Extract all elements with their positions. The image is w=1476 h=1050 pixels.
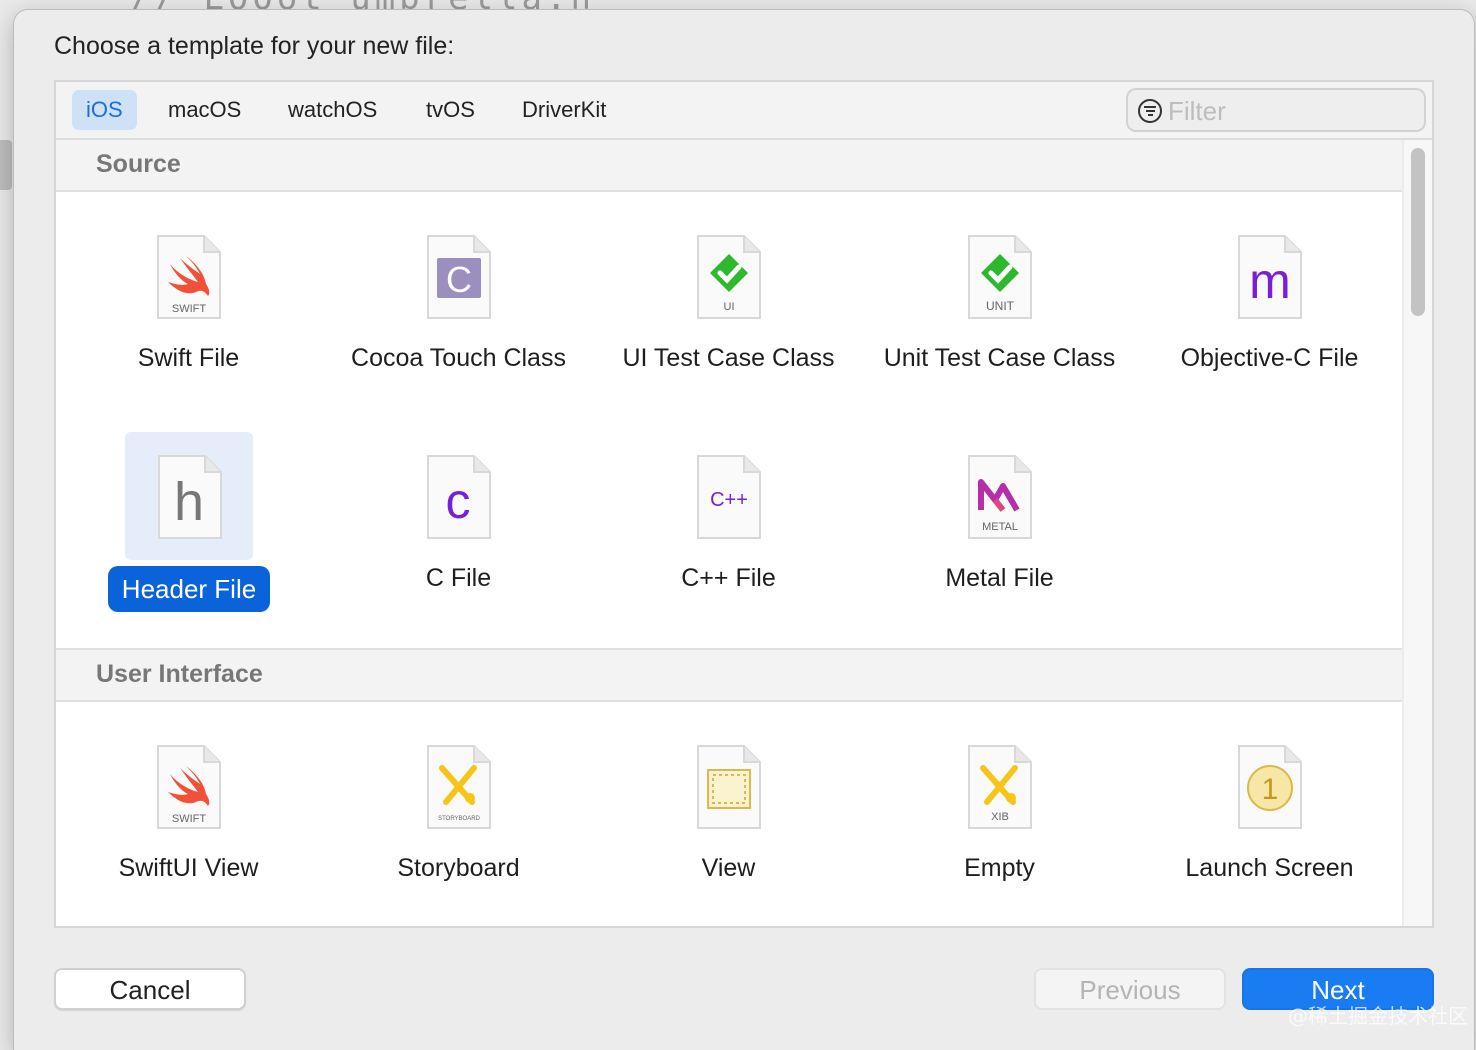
unit-test-icon-wrap: UNIT (935, 212, 1063, 340)
view-icon (697, 745, 761, 829)
template-cocoa-touch-class[interactable]: C Cocoa Touch Class (326, 192, 566, 392)
template-label: Launch Screen (1185, 854, 1354, 882)
template-label: Storyboard (397, 854, 520, 882)
template-view[interactable]: View (596, 702, 816, 902)
tab-macos[interactable]: macOS (154, 90, 255, 130)
filter-input[interactable] (1168, 94, 1418, 128)
template-label: Cocoa Touch Class (351, 344, 566, 372)
ui-badge-text: UI (724, 301, 735, 313)
template-header-file[interactable]: h Header File (56, 432, 276, 632)
template-label: C File (425, 564, 492, 592)
metal-badge-text: METAL (982, 521, 1018, 533)
launch-badge-text: 1 (1262, 773, 1279, 806)
ui-test-icon-wrap: UI (664, 212, 792, 340)
template-panel: iOS macOS watchOS tvOS DriverKit Source (54, 80, 1434, 928)
tab-watchos[interactable]: watchOS (274, 90, 391, 130)
section-title-source: Source (96, 150, 181, 178)
unit-badge-text: UNIT (986, 299, 1015, 313)
ui-test-case-icon: UI (697, 235, 761, 319)
cocoa-touch-icon-wrap: C (394, 212, 522, 340)
filter-field[interactable] (1126, 88, 1426, 132)
cpp-file-icon: C++ (697, 455, 761, 539)
swift-file-icon-wrap: SWIFT (124, 212, 252, 340)
previous-button[interactable]: Previous (1034, 968, 1226, 1010)
empty-icon-wrap: XIB (935, 722, 1063, 850)
template-metal-file[interactable]: METAL Metal File (867, 412, 1087, 612)
platform-tabbar: iOS macOS watchOS tvOS DriverKit (56, 82, 1432, 140)
template-label: Metal File (945, 564, 1054, 592)
template-empty[interactable]: XIB Empty (867, 702, 1087, 902)
header-file-icon: h (158, 455, 222, 539)
swift-file-icon: SWIFT (157, 235, 221, 319)
template-list-scrollbar[interactable] (1402, 140, 1432, 926)
scrollbar-thumb[interactable] (1411, 148, 1425, 316)
view-icon-wrap (664, 722, 792, 850)
filter-icon (1138, 99, 1162, 123)
template-storyboard[interactable]: STORYBOARD Storyboard (326, 702, 546, 902)
c-badge-text: c (446, 473, 471, 529)
template-label-selected: Header File (108, 566, 270, 612)
cocoa-badge-text: C (446, 259, 472, 300)
template-label: Objective-C File (1180, 344, 1359, 372)
template-unit-test-case-class[interactable]: UNIT Unit Test Case Class (867, 192, 1115, 392)
tab-driverkit[interactable]: DriverKit (508, 90, 620, 130)
objc-badge-text: m (1249, 253, 1291, 309)
watermark-text: @稀土掘金技术社区 (1288, 1004, 1468, 1028)
cocoa-touch-class-icon: C (427, 235, 491, 319)
background-gutter (0, 140, 12, 190)
template-objective-c-file[interactable]: m Objective-C File (1137, 192, 1358, 392)
unit-test-case-icon: UNIT (968, 235, 1032, 319)
c-file-icon-wrap: c (394, 432, 522, 560)
cancel-button[interactable]: Cancel (54, 968, 246, 1010)
template-label: View (701, 854, 756, 882)
empty-xib-icon: XIB (968, 745, 1032, 829)
objc-icon-wrap: m (1205, 212, 1333, 340)
header-icon-wrap: h (125, 432, 253, 560)
metal-icon-wrap: METAL (935, 432, 1063, 560)
swiftui-badge-text: SWIFT (172, 813, 206, 825)
storyboard-icon-wrap: STORYBOARD (394, 722, 522, 850)
template-cpp-file[interactable]: C++ C++ File (596, 412, 816, 612)
objective-c-file-icon: m (1238, 235, 1302, 319)
template-label: C++ File (681, 564, 776, 592)
section-header-user-interface: User Interface (56, 650, 1402, 702)
template-label: Swift File (137, 344, 240, 372)
storyboard-badge-text: STORYBOARD (438, 816, 480, 822)
section-title-user-interface: User Interface (96, 660, 263, 688)
cpp-badge-text: C++ (710, 489, 748, 511)
template-c-file[interactable]: c C File (326, 412, 546, 612)
section-header-source: Source (56, 140, 1402, 192)
template-sheet: Choose a template for your new file: iOS… (14, 10, 1474, 1050)
c-file-icon: c (427, 455, 491, 539)
swiftui-icon-wrap: SWIFT (124, 722, 252, 850)
template-label: UI Test Case Class (622, 344, 835, 372)
template-ui-test-case-class[interactable]: UI UI Test Case Class (596, 192, 835, 392)
template-swiftui-view[interactable]: SWIFT SwiftUI View (56, 702, 276, 902)
dialog-prompt: Choose a template for your new file: (54, 32, 455, 60)
template-label: Unit Test Case Class (883, 344, 1116, 372)
template-launch-screen[interactable]: 1 Launch Screen (1137, 702, 1357, 902)
tab-ios[interactable]: iOS (72, 90, 137, 130)
cpp-icon-wrap: C++ (664, 432, 792, 560)
template-label: SwiftUI View (118, 854, 259, 882)
tab-tvos[interactable]: tvOS (412, 90, 489, 130)
template-swift-file[interactable]: SWIFT Swift File (56, 192, 276, 392)
launch-screen-icon-wrap: 1 (1205, 722, 1333, 850)
header-badge-text: h (174, 472, 204, 532)
launch-screen-icon: 1 (1238, 745, 1302, 829)
swiftui-view-icon: SWIFT (157, 745, 221, 829)
metal-file-icon: METAL (968, 455, 1032, 539)
swift-badge-text: SWIFT (172, 303, 206, 315)
xib-badge-text: XIB (991, 811, 1009, 823)
template-label: Empty (964, 854, 1035, 882)
template-list: Source SWIFT Swift File C Cocoa Touch Cl… (56, 140, 1402, 926)
storyboard-icon: STORYBOARD (427, 745, 491, 829)
